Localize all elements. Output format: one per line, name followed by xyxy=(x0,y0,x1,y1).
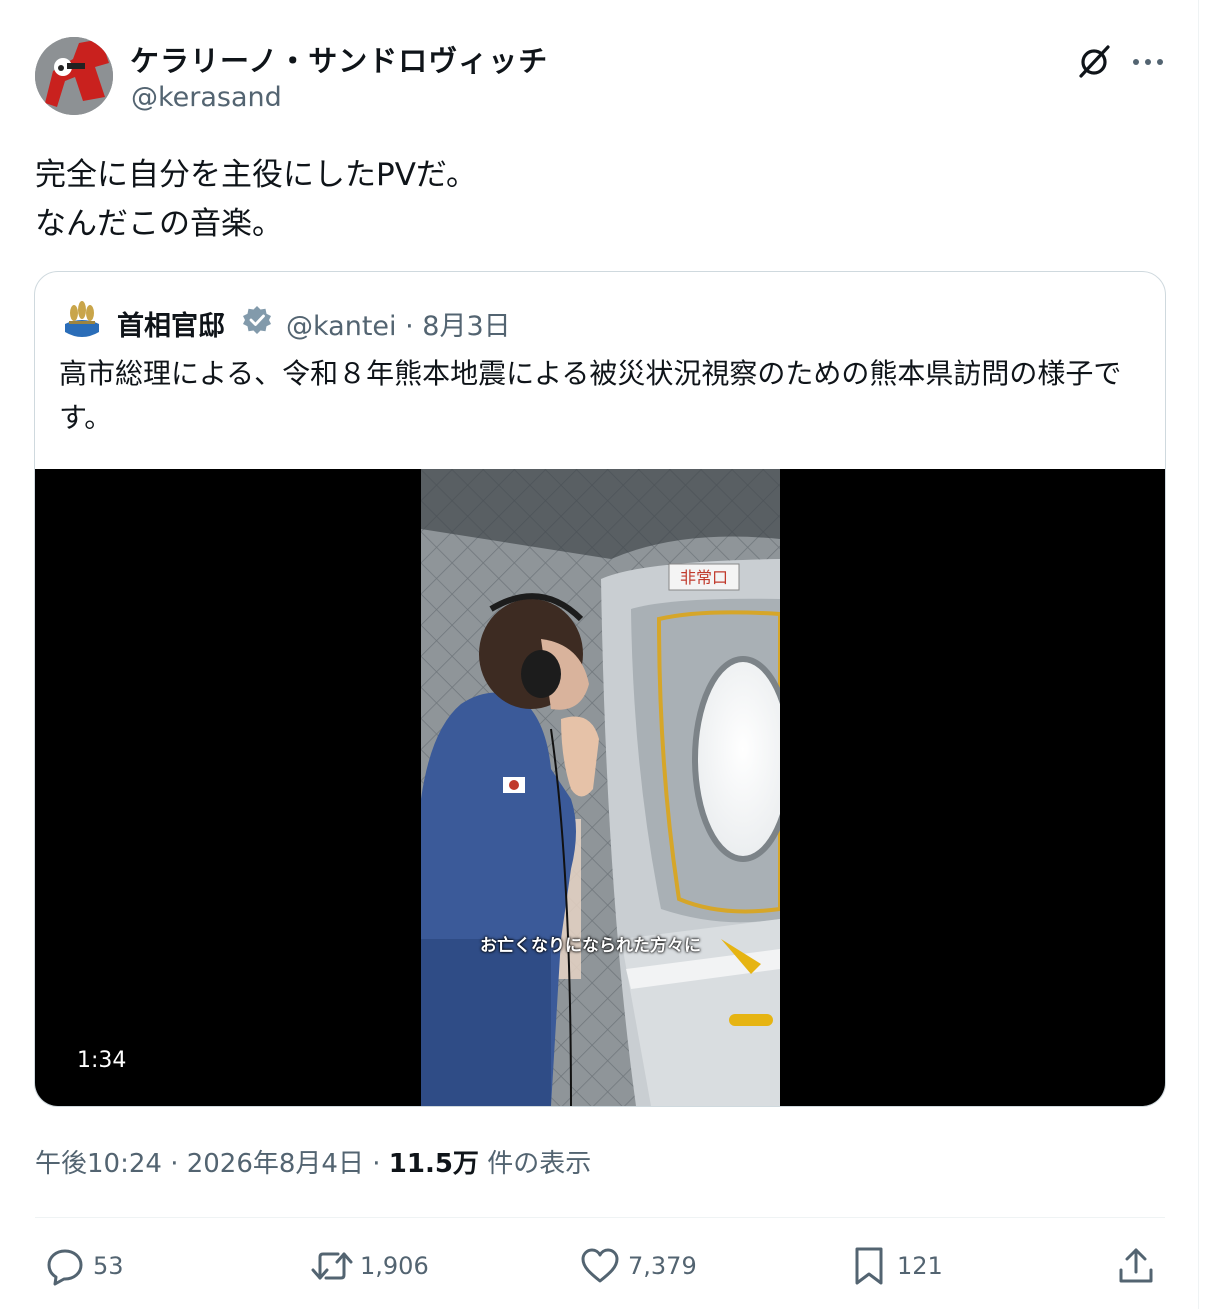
view-label: 件の表示 xyxy=(478,1149,592,1179)
bookmark-count: 121 xyxy=(897,1252,943,1280)
like-button[interactable]: 7,379 xyxy=(578,1243,697,1289)
retweet-button[interactable]: 1,906 xyxy=(310,1243,429,1289)
grok-icon[interactable] xyxy=(1072,40,1116,84)
quote-text: 高市総理による、令和８年熊本地震による被災状況視察のための熊本県訪問の様子です。 xyxy=(59,357,1122,434)
exit-sign-text: 非常口 xyxy=(680,568,728,587)
bookmark-button[interactable]: 121 xyxy=(847,1243,943,1289)
video-player[interactable]: 非常口 お亡くなりになられた方々に 1:34 xyxy=(35,469,1165,1106)
tweet-text-line: なんだこの音楽。 xyxy=(35,206,283,242)
like-count: 7,379 xyxy=(628,1252,697,1280)
share-icon xyxy=(1114,1244,1158,1288)
tweet-timestamp[interactable]: 午後10:24 · 2026年8月4日 · xyxy=(35,1149,389,1179)
retweet-icon xyxy=(310,1244,354,1288)
video-duration: 1:34 xyxy=(77,1048,127,1073)
share-button[interactable] xyxy=(1114,1243,1158,1289)
tweet-text: 完全に自分を主役にしたPVだ。 なんだこの音楽。 xyxy=(35,151,477,249)
quote-handle-date[interactable]: @kantei · 8月3日 xyxy=(286,304,511,343)
quote-avatar[interactable] xyxy=(59,294,105,340)
view-count: 11.5万 xyxy=(388,1149,479,1179)
bookmark-icon xyxy=(847,1244,891,1288)
retweet-count: 1,906 xyxy=(360,1252,429,1280)
tweet-text-line: 完全に自分を主役にしたPVだ。 xyxy=(35,157,477,193)
timeline-border xyxy=(1198,0,1199,1309)
more-options-icon[interactable] xyxy=(1126,40,1170,84)
video-frame[interactable]: 非常口 xyxy=(421,469,780,1106)
reply-count: 53 xyxy=(93,1252,124,1280)
tweet-meta: 午後10:24 · 2026年8月4日 · 11.5万 件の表示 xyxy=(35,1143,591,1180)
divider xyxy=(35,1217,1165,1218)
quoted-tweet-card[interactable]: 首相官邸 @kantei · 8月3日 高市総理による、令和８年熊本地震による被… xyxy=(34,271,1166,1107)
author-avatar[interactable] xyxy=(35,37,113,115)
author-display-name[interactable]: ケラリーノ・サンドロヴィッチ xyxy=(130,38,548,80)
heart-icon xyxy=(578,1244,622,1288)
reply-icon xyxy=(43,1244,87,1288)
video-caption: お亡くなりになられた方々に xyxy=(480,936,701,956)
verified-badge-icon xyxy=(242,305,272,335)
reply-button[interactable]: 53 xyxy=(43,1243,124,1289)
quote-display-name[interactable]: 首相官邸 xyxy=(117,304,225,343)
author-handle[interactable]: @kerasand xyxy=(131,82,282,113)
